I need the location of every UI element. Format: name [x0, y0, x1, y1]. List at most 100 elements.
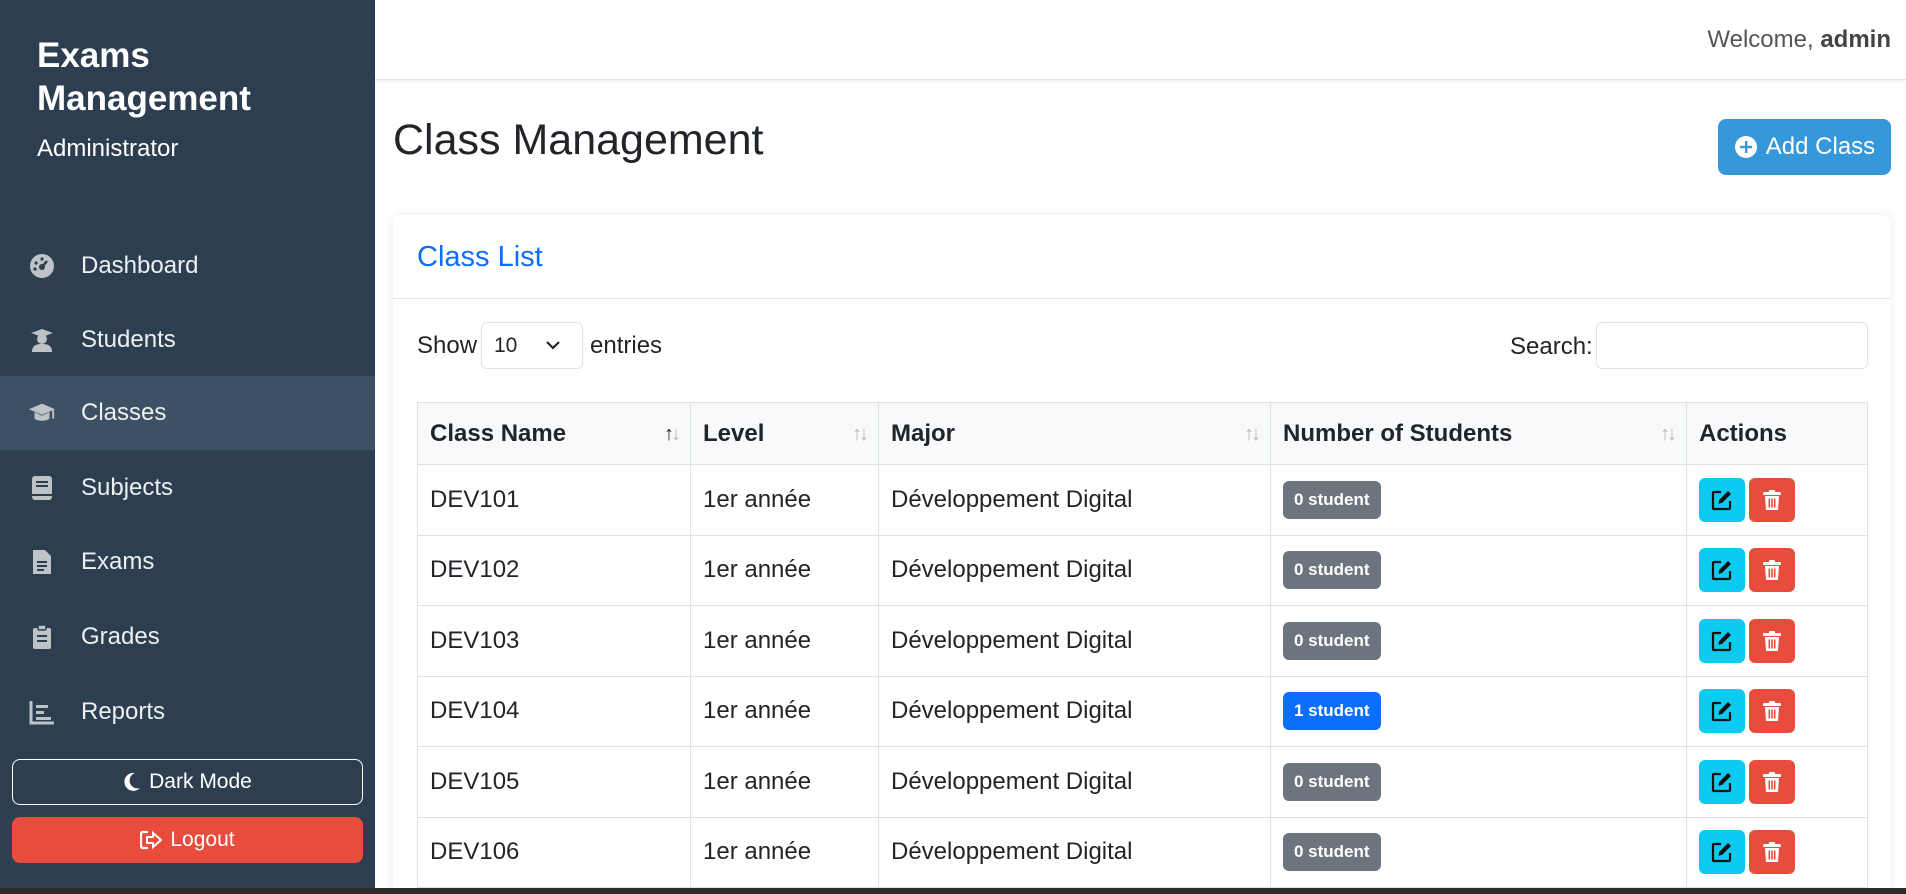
entries-label: entries — [590, 332, 663, 359]
cell-students: 1 student — [1270, 675, 1687, 747]
trash-icon — [1763, 701, 1781, 722]
edit-button[interactable] — [1699, 618, 1745, 663]
sidebar-item-label: Reports — [81, 698, 166, 725]
column-header-number-of-students[interactable]: Number of Students ↑↓ — [1270, 402, 1687, 465]
clipboard-icon — [28, 623, 56, 651]
edit-button[interactable] — [1699, 477, 1745, 522]
column-label: Class Name — [430, 419, 567, 447]
sort-icon: ↑↓ — [852, 423, 869, 445]
edit-button[interactable] — [1699, 689, 1745, 734]
sign-out-icon — [140, 830, 163, 850]
cell-students: 0 student — [1270, 746, 1687, 818]
file-icon — [28, 548, 56, 576]
page-size-select[interactable]: 10 — [481, 322, 583, 369]
student-count-badge: 0 student — [1283, 833, 1381, 872]
edit-button[interactable] — [1699, 830, 1745, 875]
trash-icon — [1763, 560, 1781, 581]
card-header: Class List — [393, 215, 1891, 299]
cell-level: 1er année — [690, 534, 879, 606]
table-row: DEV103 1er année Développement Digital 0… — [417, 605, 1868, 677]
graduation-cap-icon — [28, 399, 56, 427]
dark-mode-label: Dark Mode — [149, 770, 252, 793]
sidebar-item-dashboard[interactable]: Dashboard — [0, 229, 375, 303]
sidebar-item-label: Subjects — [81, 474, 174, 501]
add-class-button[interactable]: Add Class — [1718, 119, 1891, 175]
cell-actions — [1686, 534, 1868, 606]
delete-button[interactable] — [1749, 759, 1795, 804]
search-label: Search: — [1510, 333, 1593, 360]
cell-class-name: DEV106 — [417, 816, 691, 888]
cell-level: 1er année — [690, 675, 879, 747]
cell-class-name: DEV103 — [417, 605, 691, 677]
gauge-icon — [28, 252, 56, 280]
sidebar-item-label: Grades — [81, 623, 160, 650]
cell-level: 1er année — [690, 746, 879, 818]
column-header-level[interactable]: Level ↑↓ — [690, 402, 879, 465]
table-row: DEV104 1er année Développement Digital 1… — [417, 675, 1868, 747]
cell-major: Développement Digital — [878, 816, 1271, 888]
sidebar-item-label: Dashboard — [81, 252, 199, 279]
sidebar-item-grades[interactable]: Grades — [0, 600, 375, 674]
cell-actions — [1686, 675, 1868, 747]
sort-icon: ↑↓ — [664, 423, 681, 445]
sidebar-item-reports[interactable]: Reports — [0, 675, 375, 749]
sidebar-item-subjects[interactable]: Subjects — [0, 451, 375, 525]
delete-button[interactable] — [1749, 689, 1795, 734]
student-count-badge: 1 student — [1283, 692, 1381, 731]
edit-button[interactable] — [1699, 759, 1745, 804]
bar-chart-icon — [28, 698, 56, 726]
student-count-badge: 0 student — [1283, 551, 1381, 590]
sidebar-item-exams[interactable]: Exams — [0, 525, 375, 599]
plus-circle-icon — [1734, 136, 1757, 158]
table-header-row: Class Name ↑↓ Level ↑↓ Major ↑↓ Number o… — [417, 402, 1868, 465]
cell-class-name: DEV105 — [417, 746, 691, 818]
cell-major: Développement Digital — [878, 534, 1271, 606]
column-header-actions: Actions — [1686, 402, 1868, 465]
delete-button[interactable] — [1749, 548, 1795, 593]
class-table: Class Name ↑↓ Level ↑↓ Major ↑↓ Number o… — [417, 402, 1868, 888]
cell-major: Développement Digital — [878, 464, 1271, 536]
edit-icon — [1711, 631, 1732, 651]
student-count-badge: 0 student — [1283, 480, 1381, 519]
table-row: DEV102 1er année Développement Digital 0… — [417, 534, 1868, 606]
delete-button[interactable] — [1749, 830, 1795, 875]
sort-icon: ↑↓ — [1244, 423, 1261, 445]
book-icon — [28, 474, 56, 502]
edit-icon — [1711, 702, 1732, 722]
page-title: Class Management — [393, 116, 764, 164]
edit-button[interactable] — [1699, 548, 1745, 593]
sidebar-item-label: Students — [81, 326, 176, 353]
dark-mode-button[interactable]: Dark Mode — [12, 759, 363, 805]
cell-actions — [1686, 464, 1868, 536]
welcome-message: Welcome, admin — [1707, 26, 1891, 54]
sidebar-item-label: Exams — [81, 548, 155, 575]
class-list-card: Class List Show 10 entries Search: Class… — [393, 215, 1891, 894]
student-count-badge: 0 student — [1283, 621, 1381, 660]
cell-level: 1er année — [690, 605, 879, 677]
cell-students: 0 student — [1270, 464, 1687, 536]
column-header-major[interactable]: Major ↑↓ — [878, 402, 1271, 465]
sidebar-item-classes[interactable]: Classes — [0, 376, 375, 450]
add-class-label: Add Class — [1765, 133, 1876, 160]
cell-major: Développement Digital — [878, 746, 1271, 818]
delete-button[interactable] — [1749, 618, 1795, 663]
table-row: DEV106 1er année Développement Digital 0… — [417, 816, 1868, 888]
column-label: Actions — [1699, 419, 1788, 447]
search-input[interactable] — [1596, 322, 1868, 369]
column-header-class-name[interactable]: Class Name ↑↓ — [417, 402, 691, 465]
cell-actions — [1686, 816, 1868, 888]
student-count-badge: 0 student — [1283, 762, 1381, 801]
trash-icon — [1763, 630, 1781, 651]
topbar: Welcome, admin — [375, 0, 1906, 80]
cell-actions — [1686, 746, 1868, 818]
logout-button[interactable]: Logout — [12, 817, 363, 863]
delete-button[interactable] — [1749, 477, 1795, 522]
column-label: Number of Students — [1283, 419, 1513, 447]
cell-students: 0 student — [1270, 534, 1687, 606]
edit-icon — [1711, 843, 1732, 863]
cell-class-name: DEV104 — [417, 675, 691, 747]
cell-major: Développement Digital — [878, 605, 1271, 677]
column-label: Major — [891, 419, 956, 447]
trash-icon — [1763, 842, 1781, 863]
sidebar-item-students[interactable]: Students — [0, 303, 375, 377]
